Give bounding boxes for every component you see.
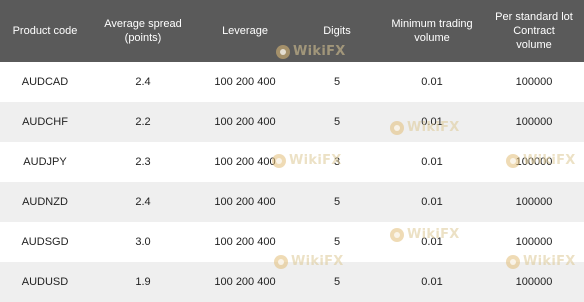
cell-leverage: 100 200 400: [214, 196, 276, 208]
cell-digits: 3: [333, 156, 341, 168]
table-row: AUDCHF 2.2 100 200 400 5 0.01 100000: [0, 102, 584, 142]
cell-contract-volume: 100000: [515, 76, 553, 88]
table-row: AUDCAD 2.4 100 200 400 5 0.01 100000: [0, 62, 584, 102]
cell-leverage: 100 200 400: [214, 76, 276, 88]
table-header-row: Product code Average spread (points) Lev…: [0, 0, 584, 62]
cell-average-spread: 1.9: [135, 276, 151, 288]
cell-leverage: 100 200 400: [214, 156, 276, 168]
cell-product-code: AUDCHF: [22, 116, 68, 128]
cell-contract-volume: 100000: [515, 196, 553, 208]
cell-product-code: AUDUSD: [21, 276, 69, 288]
contract-specs-table: Product code Average spread (points) Lev…: [0, 0, 584, 302]
cell-leverage: 100 200 400: [214, 236, 276, 248]
cell-leverage: 100 200 400: [214, 276, 276, 288]
cell-minimum-trading-volume: 0.01: [421, 196, 443, 208]
cell-minimum-trading-volume: 0.01: [421, 236, 443, 248]
header-leverage: Leverage: [222, 25, 268, 37]
cell-product-code: AUDJPY: [23, 156, 67, 168]
table-row: AUDJPY 2.3 100 200 400 3 0.01 100000: [0, 142, 584, 182]
cell-average-spread: 2.2: [135, 116, 151, 128]
header-contract-volume: Per standard lot Contract volume: [495, 11, 573, 51]
cell-digits: 5: [333, 276, 341, 288]
cell-digits: 5: [333, 236, 341, 248]
cell-contract-volume: 100000: [515, 276, 553, 288]
cell-digits: 5: [333, 76, 341, 88]
cell-average-spread: 2.3: [135, 156, 151, 168]
table-body: AUDCAD 2.4 100 200 400 5 0.01 100000 AUDCHF 2.2…: [0, 62, 584, 302]
cell-leverage: 100 200 400: [214, 116, 276, 128]
header-minimum-trading-volume: Minimum trading volume: [391, 18, 473, 44]
cell-average-spread: 2.4: [135, 76, 151, 88]
cell-minimum-trading-volume: 0.01: [421, 156, 443, 168]
cell-minimum-trading-volume: 0.01: [421, 116, 443, 128]
cell-minimum-trading-volume: 0.01: [421, 76, 443, 88]
cell-digits: 5: [333, 116, 341, 128]
cell-product-code: AUDSGD: [21, 236, 69, 248]
table-row: AUDSGD 3.0 100 200 400 5 0.01 100000: [0, 222, 584, 262]
header-average-spread: Average spread (points): [104, 18, 182, 44]
cell-product-code: AUDCAD: [21, 76, 69, 88]
table-row: AUDNZD 2.4 100 200 400 5 0.01 100000: [0, 182, 584, 222]
header-digits: Digits: [323, 25, 351, 37]
cell-contract-volume: 100000: [515, 156, 553, 168]
table-row: AUDUSD 1.9 100 200 400 5 0.01 100000: [0, 262, 584, 302]
cell-contract-volume: 100000: [515, 116, 553, 128]
cell-digits: 5: [333, 196, 341, 208]
cell-product-code: AUDNZD: [22, 196, 68, 208]
cell-contract-volume: 100000: [515, 236, 553, 248]
cell-average-spread: 3.0: [135, 236, 151, 248]
header-product-code: Product code: [12, 25, 78, 37]
cell-minimum-trading-volume: 0.01: [421, 276, 443, 288]
cell-average-spread: 2.4: [135, 196, 151, 208]
